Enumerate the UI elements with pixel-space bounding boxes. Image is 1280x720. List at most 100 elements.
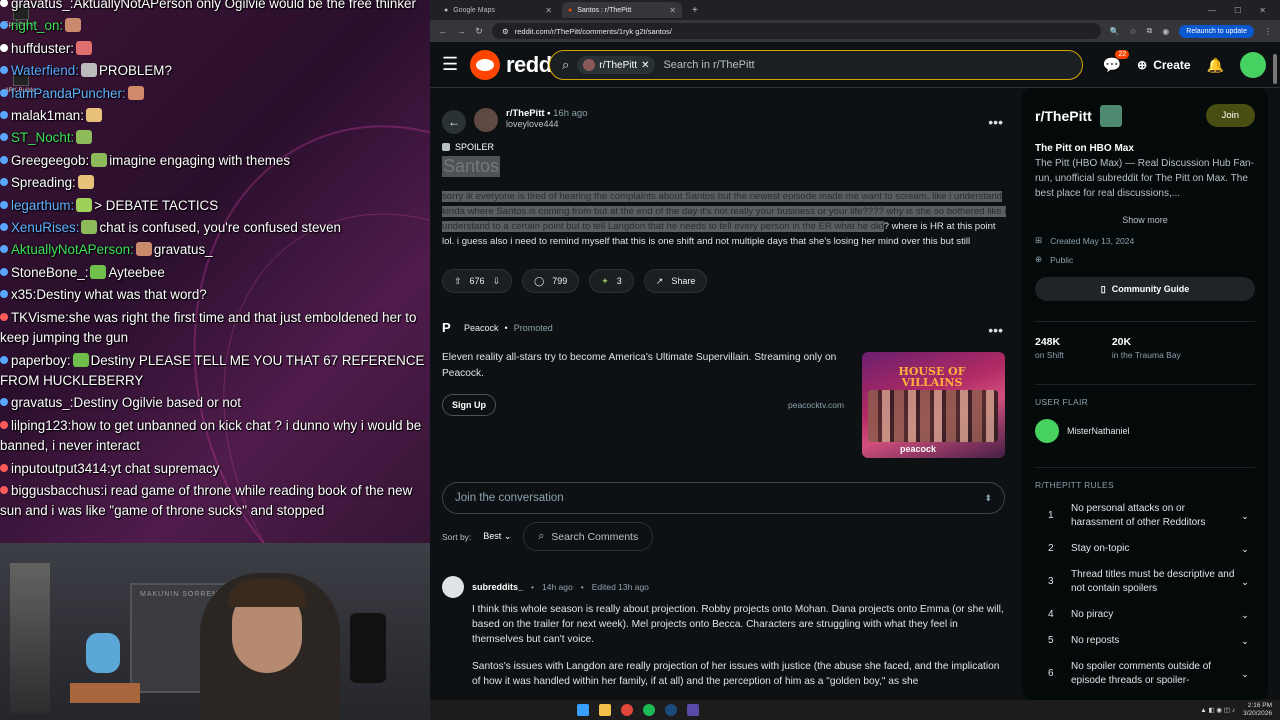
chat-icon[interactable]: 💬 22 <box>1102 50 1130 74</box>
extensions-icon[interactable]: ⧉ <box>1147 26 1153 36</box>
emote-icon <box>76 197 93 212</box>
chat-message: gravatus_:AktuallyNotAPerson only Ogilvi… <box>0 0 430 15</box>
community-guide-button[interactable]: ▯ Community Guide <box>1035 277 1255 301</box>
chat-username[interactable]: biggusbacchus: <box>11 483 104 498</box>
zoom-icon[interactable]: 🔍 <box>1109 27 1119 36</box>
chevron-down-icon[interactable]: ⌄ <box>1235 575 1255 589</box>
rule-item[interactable]: 1 No personal attacks on or harassment of… <box>1035 502 1255 530</box>
close-icon[interactable]: ✕ <box>545 6 552 15</box>
post-author[interactable]: loveylove444 <box>506 119 587 129</box>
chat-username[interactable]: lilping123: <box>11 418 71 433</box>
chat-username[interactable]: x35: <box>11 287 36 302</box>
expand-icon[interactable]: ⬍ <box>984 493 992 504</box>
bell-icon[interactable]: 🔔 <box>1207 57 1224 74</box>
forward-icon[interactable]: → <box>456 26 466 36</box>
close-icon[interactable]: ✕ <box>669 6 676 15</box>
chevron-down-icon[interactable]: ⌄ <box>1235 667 1255 681</box>
rule-item[interactable]: 3 Thread titles must be descriptive and n… <box>1035 568 1255 596</box>
chat-username[interactable]: ST_Nocht: <box>11 130 74 145</box>
comment-user[interactable]: subreddits_ <box>472 582 523 592</box>
award-button[interactable]: ✦ 3 <box>589 269 634 293</box>
subreddit-chip[interactable]: r/ThePitt ✕ <box>577 56 656 74</box>
windows-start-icon[interactable] <box>577 704 589 716</box>
sort-dropdown[interactable]: Best ⌄ <box>483 531 511 542</box>
chevron-down-icon[interactable]: ⌄ <box>1235 608 1255 622</box>
file-explorer-icon[interactable] <box>599 704 611 716</box>
site-info-icon[interactable]: ⚙ <box>502 27 509 36</box>
reload-icon[interactable]: ↻ <box>474 26 484 37</box>
search-bar[interactable]: ⌕ r/ThePitt ✕ Search in r/ThePitt <box>549 50 1083 80</box>
minimize-icon[interactable]: — <box>1208 6 1216 15</box>
chat-username[interactable]: paperboy: <box>11 353 71 368</box>
maximize-icon[interactable]: ☐ <box>1234 6 1241 15</box>
search-comments-button[interactable]: ⌕ Search Comments <box>523 522 654 551</box>
chat-username[interactable]: AktuallyNotAPerson: <box>11 242 134 257</box>
chat-username[interactable]: gravatus_: <box>11 0 74 11</box>
rule-item[interactable]: 5 No reposts ⌄ <box>1035 634 1255 648</box>
url-field[interactable]: ⚙ reddit.com/r/ThePitt/comments/1ryk g2t… <box>492 23 1102 39</box>
share-label: Share <box>671 276 696 286</box>
rule-item[interactable]: 2 Stay on-topic ⌄ <box>1035 542 1255 556</box>
system-tray-icon[interactable]: ▲ ◧ ◉ ◫ ♪ <box>1200 706 1235 714</box>
join-conversation-input[interactable]: Join the conversation ⬍ <box>442 482 1005 514</box>
advertiser-name[interactable]: Peacock <box>464 323 499 333</box>
more-options-icon[interactable]: ••• <box>988 114 1003 130</box>
back-icon[interactable]: ← <box>438 26 448 36</box>
subreddit-avatar[interactable] <box>474 108 498 132</box>
promo-image[interactable]: HOUSE OF VILLAINS peacock <box>862 352 1005 458</box>
relaunch-button[interactable]: Relaunch to update <box>1179 24 1254 38</box>
community-name[interactable]: r/ThePitt <box>1035 108 1092 124</box>
new-tab-button[interactable]: + <box>692 5 698 16</box>
post-subreddit[interactable]: r/ThePitt <box>506 108 545 119</box>
plus-icon: ⊕ <box>1137 58 1148 72</box>
scrollbar[interactable] <box>1272 46 1278 700</box>
menu-icon[interactable]: ⋮ <box>1264 27 1272 36</box>
more-options-icon[interactable]: ••• <box>988 322 1003 338</box>
chat-username[interactable]: Greegeegob: <box>11 153 89 168</box>
close-window-icon[interactable]: ✕ <box>1259 6 1266 15</box>
comments-button[interactable]: ◯ 799 <box>522 269 580 293</box>
back-button[interactable]: ← <box>442 110 466 134</box>
share-button[interactable]: ↗ Share <box>643 269 708 293</box>
search-comments-label: Search Comments <box>551 530 639 543</box>
rule-item[interactable]: 6 No spoiler comments outside of episode … <box>1035 660 1255 688</box>
chat-text: > DEBATE TACTICS <box>94 197 219 213</box>
downvote-icon[interactable]: ⇩ <box>493 276 501 287</box>
chat-username[interactable]: gravatus_: <box>11 395 74 410</box>
app-icon[interactable] <box>687 704 699 716</box>
comment-avatar[interactable] <box>442 576 464 598</box>
bookmark-icon[interactable]: ☆ <box>1129 27 1136 36</box>
chat-username[interactable]: StoneBone_: <box>11 265 88 280</box>
chat-username[interactable]: TKVisme: <box>11 310 69 325</box>
chat-username[interactable]: Spreading: <box>11 175 76 190</box>
chat-username[interactable]: right_on: <box>11 18 63 33</box>
user-flair[interactable]: MisterNathaniel <box>1035 419 1255 443</box>
steam-icon[interactable] <box>665 704 677 716</box>
rule-item[interactable]: 4 No piracy ⌄ <box>1035 608 1255 622</box>
chrome-icon[interactable] <box>621 704 633 716</box>
chat-username[interactable]: Waterfiend: <box>11 63 79 78</box>
hamburger-icon[interactable]: ☰ <box>442 54 464 75</box>
stat-label: on Shift <box>1035 350 1064 360</box>
chat-username[interactable]: huffduster: <box>11 41 74 56</box>
chat-username[interactable]: malak1man: <box>11 108 84 123</box>
tab-google-maps[interactable]: ● Google Maps ✕ <box>438 2 558 18</box>
promo-domain[interactable]: peacocktv.com <box>788 400 844 410</box>
chat-username[interactable]: IamPandaPuncher: <box>11 86 126 101</box>
close-icon[interactable]: ✕ <box>641 60 649 71</box>
tab-reddit[interactable]: ● Santos : r/ThePitt ✕ <box>562 2 682 18</box>
chevron-down-icon[interactable]: ⌄ <box>1235 509 1255 523</box>
user-avatar[interactable] <box>1240 52 1266 78</box>
show-more-button[interactable]: Show more <box>1035 215 1255 225</box>
chat-username[interactable]: inputoutput3414: <box>11 461 111 476</box>
chat-username[interactable]: legarthum: <box>11 198 74 213</box>
upvote-icon[interactable]: ⇧ <box>454 276 462 287</box>
chevron-down-icon[interactable]: ⌄ <box>1235 634 1255 648</box>
join-button[interactable]: Join <box>1205 104 1255 127</box>
create-button[interactable]: ⊕ Create <box>1137 58 1190 72</box>
profile-icon[interactable]: ◉ <box>1162 27 1169 36</box>
spotify-icon[interactable] <box>643 704 655 716</box>
signup-button[interactable]: Sign Up <box>442 394 496 416</box>
chat-username[interactable]: XenuRises: <box>11 220 79 235</box>
chevron-down-icon[interactable]: ⌄ <box>1235 542 1255 556</box>
